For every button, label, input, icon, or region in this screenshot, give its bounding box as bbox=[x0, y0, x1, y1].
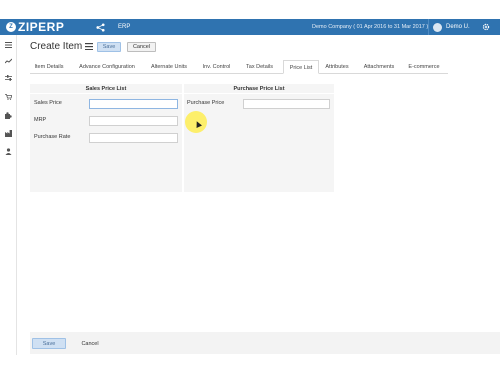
item-tabs: Item Details Advance Configuration Alter… bbox=[30, 60, 448, 74]
purchase-price-list-title: Purchase Price List bbox=[184, 84, 334, 94]
mrp-label: MRP bbox=[34, 117, 47, 123]
sales-price-label: Sales Price bbox=[34, 100, 62, 106]
tab-advance-configuration[interactable]: Advance Configuration bbox=[74, 60, 140, 74]
sliders-icon[interactable] bbox=[2, 72, 14, 84]
purchase-price-list-panel: Purchase Price List Purchase Price bbox=[184, 84, 334, 192]
tab-alternate-units[interactable]: Alternate Units bbox=[146, 60, 192, 74]
puzzle-icon[interactable] bbox=[2, 109, 14, 121]
purchase-rate-label: Purchase Rate bbox=[34, 134, 71, 140]
tab-attributes[interactable]: Attributes bbox=[322, 60, 352, 74]
logo-text: ZIPERP bbox=[18, 20, 65, 34]
sales-price-list-panel: Sales Price List Sales Price MRP Purchas… bbox=[30, 84, 182, 192]
company-period-label[interactable]: Demo Company ( 01 Apr 2016 to 31 Mar 201… bbox=[312, 19, 428, 35]
purchase-price-label: Purchase Price bbox=[187, 100, 225, 106]
cart-icon[interactable] bbox=[2, 91, 14, 103]
purchase-price-input[interactable] bbox=[243, 99, 330, 109]
tab-inv-control[interactable]: Inv. Control bbox=[198, 60, 235, 74]
logo-mark-icon: Z bbox=[6, 22, 16, 32]
app-logo[interactable]: Z ZIPERP bbox=[6, 20, 64, 34]
share-icon[interactable] bbox=[90, 19, 110, 35]
hamburger-menu-icon[interactable] bbox=[85, 43, 93, 51]
purchase-rate-input[interactable] bbox=[89, 133, 178, 143]
cancel-button[interactable]: Cancel bbox=[127, 42, 156, 52]
tab-e-commerce[interactable]: E-commerce bbox=[405, 60, 443, 74]
page-title: Create Item bbox=[30, 41, 83, 52]
module-switcher[interactable]: ERP bbox=[112, 19, 136, 35]
tab-item-details[interactable]: Item Details bbox=[30, 60, 68, 74]
tab-tax-details[interactable]: Tax Details bbox=[241, 60, 278, 74]
tab-attachments[interactable]: Attachments bbox=[360, 60, 398, 74]
sales-price-input[interactable] bbox=[89, 99, 178, 109]
chart-icon[interactable] bbox=[2, 55, 14, 67]
save-button[interactable]: Save bbox=[97, 42, 121, 52]
user-menu[interactable]: Demo U. bbox=[428, 19, 470, 35]
gear-icon[interactable] bbox=[478, 19, 494, 35]
footer-save-button[interactable]: Save bbox=[32, 338, 66, 349]
tab-price-list[interactable]: Price List bbox=[283, 60, 319, 74]
top-navigation-bar: Z ZIPERP ERP Demo Company ( 01 Apr 2016 … bbox=[0, 19, 500, 35]
footer-cancel-button[interactable]: Cancel bbox=[75, 338, 105, 349]
user-name: Demo U. bbox=[446, 24, 470, 30]
factory-icon[interactable] bbox=[2, 127, 14, 139]
footer-strip bbox=[0, 355, 500, 375]
sidebar bbox=[0, 35, 17, 355]
mrp-input[interactable] bbox=[89, 116, 178, 126]
avatar bbox=[433, 22, 442, 32]
person-icon[interactable] bbox=[2, 145, 14, 157]
menu-icon[interactable] bbox=[2, 39, 14, 51]
sales-price-list-title: Sales Price List bbox=[30, 84, 182, 94]
